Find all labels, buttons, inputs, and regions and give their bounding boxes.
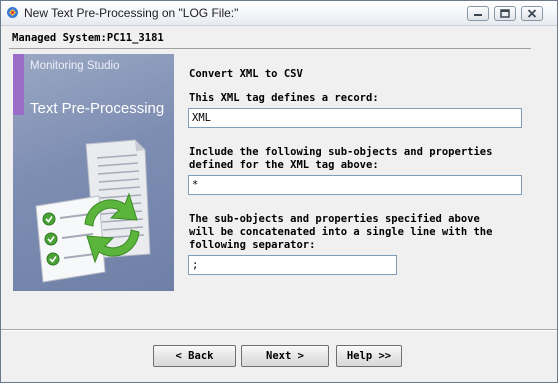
- separator-input[interactable]: [188, 255, 397, 275]
- header-divider: [9, 48, 531, 49]
- subobjects-input[interactable]: [188, 175, 522, 195]
- wizard-banner: Monitoring Studio Text Pre-Processing: [13, 54, 174, 291]
- dialog-content: Managed System:PC11_3181 Monitoring Stud…: [1, 26, 557, 382]
- close-button[interactable]: [521, 6, 543, 21]
- next-button[interactable]: Next >: [241, 345, 329, 367]
- maximize-button[interactable]: [494, 6, 516, 21]
- minimize-button[interactable]: [467, 6, 489, 21]
- separator-label: The sub-objects and properties specified…: [189, 213, 493, 251]
- footer-divider-highlight: [1, 330, 557, 331]
- title-bar[interactable]: New Text Pre-Processing on "LOG File:": [1, 1, 557, 26]
- help-button[interactable]: Help >>: [336, 345, 402, 367]
- document-convert-illustration: [35, 139, 151, 283]
- maximize-icon: [500, 9, 510, 18]
- managed-system-label: Managed System:PC11_3181: [12, 32, 164, 44]
- app-icon: [7, 7, 18, 18]
- window-title: New Text Pre-Processing on "LOG File:": [24, 6, 239, 20]
- record-tag-input[interactable]: [188, 108, 522, 128]
- close-icon: [527, 9, 537, 18]
- subobjects-label: Include the following sub-objects and pr…: [189, 146, 493, 171]
- record-tag-label: This XML tag defines a record:: [189, 92, 379, 104]
- dialog-window: New Text Pre-Processing on "LOG File:" M…: [0, 0, 558, 383]
- minimize-icon: [474, 14, 482, 16]
- back-button[interactable]: < Back: [153, 345, 236, 367]
- form-heading: Convert XML to CSV: [189, 68, 303, 80]
